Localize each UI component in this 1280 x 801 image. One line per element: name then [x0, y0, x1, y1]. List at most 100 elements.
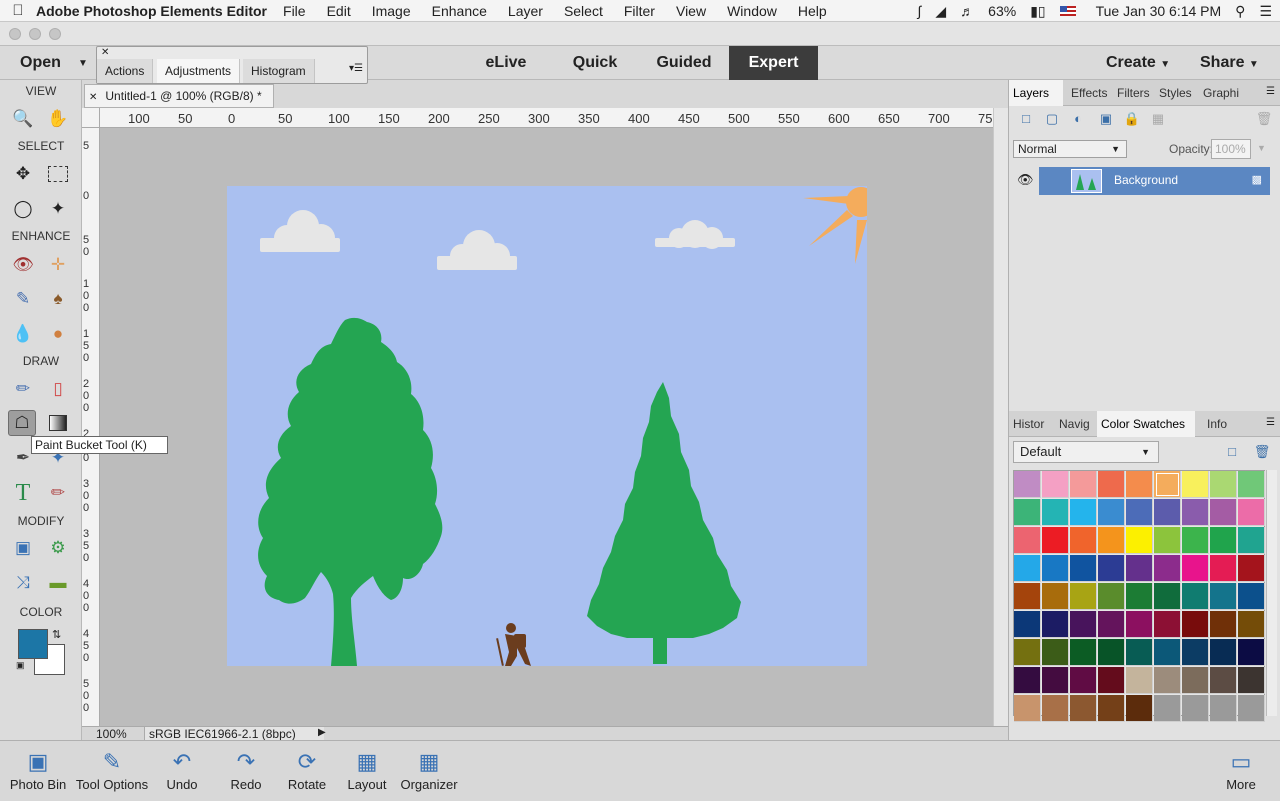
color-swatch[interactable]: [1098, 639, 1125, 666]
color-swatch[interactable]: [1182, 471, 1209, 498]
color-swatch[interactable]: [1238, 499, 1265, 526]
menu-window[interactable]: Window: [727, 3, 777, 19]
menu-layer[interactable]: Layer: [508, 3, 543, 19]
open-dropdown-icon[interactable]: ▼: [78, 58, 88, 69]
tab-actions[interactable]: Actions: [97, 59, 154, 83]
color-swatch[interactable]: [1070, 639, 1097, 666]
color-swatch[interactable]: [1126, 639, 1153, 666]
pencil-tool-icon[interactable]: ✏: [44, 480, 72, 506]
blend-mode-select[interactable]: Normal ▼: [1013, 140, 1127, 158]
color-swatch[interactable]: [1098, 695, 1125, 722]
wifi-icon[interactable]: ◢: [935, 3, 946, 20]
color-swatch[interactable]: [1182, 695, 1209, 722]
color-swatch[interactable]: [1042, 499, 1069, 526]
color-swatch[interactable]: [1014, 639, 1041, 666]
menu-enhance[interactable]: Enhance: [432, 3, 487, 19]
color-swatch[interactable]: [1238, 667, 1265, 694]
color-swatch[interactable]: [1070, 471, 1097, 498]
type-tool-icon[interactable]: T: [9, 480, 37, 506]
more-button[interactable]: ▭ More: [1218, 741, 1264, 801]
app-name-menu[interactable]: Adobe Photoshop Elements Editor: [36, 3, 267, 19]
move-tool-icon[interactable]: ✥: [9, 161, 37, 187]
status-expand-icon[interactable]: ▶: [318, 727, 326, 738]
document-tab[interactable]: ✕ Untitled-1 @ 100% (RGB/8) *: [84, 84, 274, 108]
red-eye-tool-icon[interactable]: 👁: [9, 252, 37, 278]
content-aware-move-tool-icon[interactable]: ⤨: [9, 570, 37, 596]
window-close-button[interactable]: [9, 28, 21, 40]
delete-layer-icon[interactable]: 🗑: [1255, 110, 1273, 128]
clock[interactable]: Tue Jan 30 6:14 PM: [1096, 3, 1222, 19]
color-swatch[interactable]: [1042, 611, 1069, 638]
color-swatch[interactable]: [1210, 555, 1237, 582]
sponge-tool-icon[interactable]: ●: [44, 321, 72, 347]
apple-menu-icon[interactable]: : [0, 2, 36, 19]
blur-tool-icon[interactable]: 💧: [9, 321, 37, 347]
brush-tool-icon[interactable]: ✏: [9, 376, 37, 402]
photo-bin-button[interactable]: ▣ Photo Bin: [8, 741, 68, 801]
color-swatch[interactable]: [1070, 695, 1097, 722]
color-swatch[interactable]: [1070, 583, 1097, 610]
color-swatch[interactable]: [1154, 611, 1181, 638]
color-swatch[interactable]: [1098, 471, 1125, 498]
color-swatch[interactable]: [1154, 695, 1181, 722]
color-swatch[interactable]: [1210, 639, 1237, 666]
color-swatch[interactable]: [1014, 695, 1041, 722]
color-swatch[interactable]: [1210, 667, 1237, 694]
mode-quick[interactable]: Quick: [555, 46, 635, 80]
vertical-ruler[interactable]: 5050100150200250300350400450500: [82, 128, 100, 726]
tab-graphics[interactable]: Graphi: [1199, 80, 1239, 106]
color-swatch[interactable]: [1210, 611, 1237, 638]
marquee-tool-icon[interactable]: [44, 161, 72, 187]
flag-icon[interactable]: [1059, 6, 1076, 16]
color-swatch[interactable]: [1042, 667, 1069, 694]
battery-percent[interactable]: 63%: [988, 3, 1016, 19]
lasso-tool-icon[interactable]: ◯: [9, 196, 37, 222]
menu-filter[interactable]: Filter: [624, 3, 655, 19]
color-swatch[interactable]: [1042, 527, 1069, 554]
tab-layers[interactable]: Layers: [1009, 80, 1063, 106]
color-swatch[interactable]: [1098, 499, 1125, 526]
color-swatch[interactable]: [1126, 555, 1153, 582]
tab-histogram[interactable]: Histogram: [243, 59, 315, 83]
color-swatch[interactable]: [1238, 527, 1265, 554]
color-swatch[interactable]: [1210, 695, 1237, 722]
magic-wand-tool-icon[interactable]: ✦: [44, 196, 72, 222]
color-swatch[interactable]: [1182, 667, 1209, 694]
visibility-eye-icon[interactable]: 👁: [1017, 172, 1034, 188]
opacity-dropdown-icon[interactable]: ▼: [1257, 143, 1266, 153]
straighten-tool-icon[interactable]: ▬: [44, 570, 72, 596]
share-button[interactable]: Share ▼: [1200, 54, 1259, 72]
color-swatch[interactable]: [1098, 555, 1125, 582]
foreground-color-swatch[interactable]: [18, 629, 48, 659]
color-swatch[interactable]: [1042, 555, 1069, 582]
color-swatch[interactable]: [1210, 471, 1237, 498]
color-swatch[interactable]: [1210, 499, 1237, 526]
color-swatch[interactable]: [1182, 583, 1209, 610]
notification-center-icon[interactable]: ☰: [1259, 3, 1272, 20]
tab-close-icon[interactable]: ✕: [89, 92, 97, 103]
color-swatch[interactable]: [1210, 527, 1237, 554]
color-swatch[interactable]: [1070, 611, 1097, 638]
color-swatch[interactable]: [1238, 583, 1265, 610]
color-swatch[interactable]: [1098, 667, 1125, 694]
eraser-tool-icon[interactable]: ▯: [44, 376, 72, 402]
clone-stamp-tool-icon[interactable]: ♠: [44, 286, 72, 312]
menu-image[interactable]: Image: [372, 3, 411, 19]
color-swatch[interactable]: [1182, 499, 1209, 526]
tab-color-swatches[interactable]: Color Swatches: [1097, 411, 1195, 437]
tab-styles[interactable]: Styles: [1155, 80, 1195, 106]
color-swatch[interactable]: [1014, 667, 1041, 694]
menu-edit[interactable]: Edit: [327, 3, 351, 19]
tab-filters[interactable]: Filters: [1113, 80, 1155, 106]
color-swatch[interactable]: [1070, 555, 1097, 582]
color-swatch[interactable]: [1070, 499, 1097, 526]
color-swatch[interactable]: [1042, 583, 1069, 610]
color-swatch[interactable]: [1154, 667, 1181, 694]
spotlight-search-icon[interactable]: ⚲: [1235, 3, 1245, 20]
color-swatch[interactable]: [1126, 695, 1153, 722]
layer-lock-icon[interactable]: ▩: [1252, 173, 1262, 186]
color-swatch[interactable]: [1238, 611, 1265, 638]
panel-menu-icon[interactable]: ▾☰: [349, 63, 363, 74]
layout-button[interactable]: ▦ Layout: [345, 741, 389, 801]
color-swatch[interactable]: [1014, 611, 1041, 638]
